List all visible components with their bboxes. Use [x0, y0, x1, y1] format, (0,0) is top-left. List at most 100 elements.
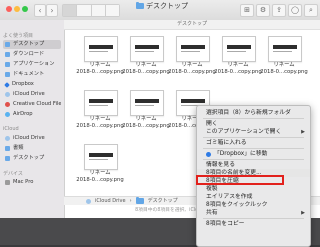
airdrop-icon [5, 112, 10, 117]
menu-item-new-folder-with-selection[interactable]: 選択項目（8）から新規フォルダ [197, 109, 310, 117]
menu-separator [203, 118, 304, 119]
folder-icon [136, 2, 144, 9]
close-window-button[interactable] [6, 6, 12, 12]
icon-view-button[interactable] [63, 5, 78, 16]
file-name: リネーム 2018-0...copy.png [122, 116, 170, 129]
zoom-window-button[interactable] [22, 6, 28, 12]
documents-icon [5, 72, 10, 77]
path-header: デスクトップ [64, 20, 320, 30]
sidebar-item-creative-cloud[interactable]: Creative Cloud Files [3, 100, 61, 109]
back-button[interactable]: ‹ [34, 4, 46, 17]
file-name: リネーム 2018-0...copy.png [122, 62, 170, 75]
list-view-button[interactable] [77, 5, 92, 16]
image-thumbnail [222, 36, 256, 62]
submenu-arrow-icon: ▶ [301, 210, 305, 216]
menu-separator [203, 159, 304, 160]
desktop-icon [5, 156, 10, 161]
menu-item-label: 「Dropbox」に移動 [214, 151, 268, 157]
file-name: リネーム 2018-0...copy.png [76, 116, 124, 129]
sidebar-item-label: iCloud Drive [13, 135, 45, 141]
gallery-view-button[interactable] [105, 5, 119, 16]
icloud-icon [5, 136, 10, 141]
sidebar-item-label: Dropbox [12, 81, 34, 87]
path-crumb-desktop[interactable]: デスクトップ [148, 197, 178, 206]
sidebar-item-icloud-drive[interactable]: iCloud Drive [3, 90, 61, 99]
sidebar-item-label: ダウンロード [13, 51, 45, 57]
submenu-arrow-icon: ▶ [301, 129, 305, 135]
dropbox-icon [4, 81, 10, 88]
search-icon[interactable]: ⌕ [304, 4, 318, 17]
image-thumbnail [268, 36, 302, 62]
image-thumbnail [84, 144, 118, 170]
arrange-button[interactable]: ⊞ [240, 4, 254, 17]
sidebar-section-icloud: iCloud [3, 126, 19, 132]
menu-item-open[interactable]: 開く [197, 120, 310, 128]
menu-item-get-info[interactable]: 情報を見る [197, 161, 310, 169]
download-icon [5, 52, 10, 57]
menu-item-quick-look[interactable]: 8項目をクイックルック [197, 201, 310, 209]
tag-icon[interactable]: ◯ [288, 4, 302, 17]
window-title-group: デスクトップ [136, 1, 188, 11]
sidebar: よく使う項目 デスクトップ ダウンロード アプリケーション ドキュメント Dro… [0, 20, 65, 245]
applications-icon [5, 62, 10, 67]
image-thumbnail [84, 90, 118, 116]
sidebar-item-applications[interactable]: アプリケーション [3, 60, 61, 69]
sidebar-item-label: AirDrop [13, 111, 33, 117]
sidebar-item-label: デスクトップ [13, 155, 45, 161]
sidebar-item-label: iCloud Drive [13, 91, 45, 97]
minimize-window-button[interactable] [14, 6, 20, 12]
file-name: リネーム 2018-0...copy.png [76, 170, 124, 183]
sidebar-item-documents[interactable]: ドキュメント [3, 70, 61, 79]
menu-separator [203, 218, 304, 219]
icloud-icon [5, 92, 10, 97]
menu-item-open-with[interactable]: このアプリケーションで開く ▶ [197, 128, 310, 136]
file-name: リネーム 2018-0...copy.png [214, 62, 262, 75]
sidebar-item-label: アプリケーション [13, 61, 55, 67]
toolbar: ‹ › デスクトップ ⊞ ⚙ ⇪ ◯ ⌕ [0, 0, 320, 21]
gear-icon[interactable]: ⚙ [256, 4, 270, 17]
sidebar-item-downloads[interactable]: ダウンロード [3, 50, 61, 59]
menu-item-label: このアプリケーションで開く [206, 129, 282, 135]
desktop-icon [5, 42, 10, 47]
file-name: リネーム 2018-0...copy.png [260, 62, 308, 75]
sidebar-item-mac-pro[interactable]: Mac Pro [3, 178, 61, 187]
menu-item-make-alias[interactable]: エイリアスを作成 [197, 193, 310, 201]
menu-separator [203, 137, 304, 138]
menu-item-label: 共有 [206, 210, 218, 216]
column-view-button[interactable] [91, 5, 106, 16]
dropbox-icon [206, 151, 211, 157]
image-thumbnail [84, 36, 118, 62]
sidebar-item-dropbox[interactable]: Dropbox [3, 80, 61, 89]
computer-icon [5, 180, 10, 185]
sidebar-item-desktop[interactable]: デスクトップ [3, 40, 61, 49]
sidebar-item-label: Creative Cloud Files [13, 101, 61, 107]
sidebar-section-devices: デバイス [3, 171, 23, 177]
folder-icon [135, 197, 144, 204]
menu-item-duplicate[interactable]: 複製 [197, 185, 310, 193]
image-thumbnail [130, 36, 164, 62]
forward-button[interactable]: › [46, 4, 58, 17]
sidebar-item-documents-2[interactable]: 書類 [3, 144, 61, 153]
menu-item-copy[interactable]: 8項目をコピー [197, 220, 310, 228]
sidebar-item-label: デスクトップ [13, 41, 45, 47]
sidebar-item-icloud-drive-2[interactable]: iCloud Drive [3, 134, 61, 143]
highlight-box [196, 175, 284, 185]
path-crumb-icloud[interactable]: iCloud Drive [95, 197, 126, 206]
sidebar-item-desktop-2[interactable]: デスクトップ [3, 154, 61, 163]
menu-item-move-to-dropbox[interactable]: 「Dropbox」に移動 [197, 150, 310, 158]
menu-item-move-to-trash[interactable]: ゴミ箱に入れる [197, 139, 310, 147]
image-thumbnail [130, 90, 164, 116]
sidebar-item-label: Mac Pro [13, 179, 34, 185]
share-icon[interactable]: ⇪ [272, 4, 286, 17]
icloud-icon [86, 198, 91, 204]
window-title: デスクトップ [146, 2, 188, 10]
path-separator: › [129, 197, 132, 204]
menu-item-share[interactable]: 共有 ▶ [197, 209, 310, 217]
sidebar-item-label: 書類 [13, 145, 24, 151]
sidebar-item-airdrop[interactable]: AirDrop [3, 110, 61, 119]
file-name: リネーム 2018-0...copy.png [168, 62, 216, 75]
view-mode-control[interactable] [62, 4, 120, 17]
menu-separator [203, 148, 304, 149]
documents-icon [5, 146, 10, 151]
sidebar-item-label: ドキュメント [13, 71, 45, 77]
